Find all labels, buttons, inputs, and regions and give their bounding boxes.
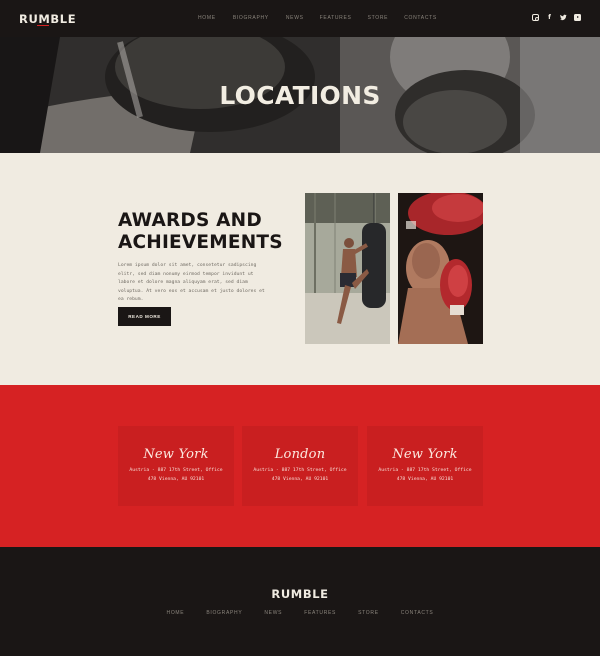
nav-store[interactable]: STORE: [368, 15, 389, 21]
location-card: New York Austria - 887 17th Street, Offi…: [118, 426, 234, 506]
footer-nav-store[interactable]: STORE: [358, 610, 379, 616]
footer-nav-features[interactable]: FEATURES: [304, 610, 336, 616]
twitter-icon[interactable]: [560, 14, 567, 21]
location-address: Austria - 887 17th Street, Office 478 Vi…: [129, 468, 223, 482]
awards-section: AWARDS AND ACHIEVEMENTS Lorem ipsum dolo…: [0, 153, 600, 385]
locations-section: New York Austria - 887 17th Street, Offi…: [0, 385, 600, 547]
footer-nav-contacts[interactable]: CONTACTS: [401, 610, 434, 616]
nav-biography[interactable]: BIOGRAPHY: [233, 15, 269, 21]
page-title: LOCATIONS: [219, 81, 381, 110]
logo[interactable]: RUMBLE: [19, 12, 76, 26]
location-address: Austria - 887 17th Street, Office 478 Vi…: [378, 468, 472, 482]
footer-nav-news[interactable]: NEWS: [264, 610, 282, 616]
nav-contacts[interactable]: CONTACTS: [404, 15, 437, 21]
footer: RUMBLE HOME BIOGRAPHY NEWS FEATURES STOR…: [0, 547, 600, 656]
location-address: Austria - 887 17th Street, Office 478 Vi…: [253, 468, 347, 482]
location-card: New York Austria - 887 17th Street, Offi…: [367, 426, 483, 506]
gym-kick-photo: [305, 193, 390, 344]
nav-news[interactable]: NEWS: [286, 15, 304, 21]
read-more-button[interactable]: READ MORE: [118, 307, 171, 326]
hero-banner: LOCATIONS: [0, 37, 600, 153]
main-nav: HOME BIOGRAPHY NEWS FEATURES STORE CONTA…: [198, 15, 437, 21]
top-navbar: RUMBLE HOME BIOGRAPHY NEWS FEATURES STOR…: [0, 0, 600, 37]
footer-nav: HOME BIOGRAPHY NEWS FEATURES STORE CONTA…: [0, 610, 600, 616]
footer-logo[interactable]: RUMBLE: [0, 587, 600, 601]
location-city: New York: [392, 447, 458, 462]
awards-body: Lorem ipsum dolor sit amet, consetetur s…: [118, 263, 265, 303]
awards-heading-line1: AWARDS AND: [118, 210, 262, 231]
location-card: London Austria - 887 17th Street, Office…: [242, 426, 358, 506]
footer-nav-home[interactable]: HOME: [167, 610, 185, 616]
awards-heading-line2: ACHIEVEMENTS: [118, 232, 283, 253]
nav-features[interactable]: FEATURES: [320, 15, 352, 21]
logo-underline: [37, 25, 49, 26]
facebook-icon[interactable]: f: [546, 14, 553, 21]
footer-nav-biography[interactable]: BIOGRAPHY: [206, 610, 242, 616]
awards-heading: AWARDS AND ACHIEVEMENTS: [118, 210, 283, 254]
boxer-gloves-photo: [398, 193, 483, 344]
location-city: London: [274, 447, 326, 462]
nav-home[interactable]: HOME: [198, 15, 216, 21]
location-city: New York: [143, 447, 209, 462]
youtube-icon[interactable]: [574, 14, 581, 21]
social-links: f: [532, 14, 581, 21]
instagram-icon[interactable]: [532, 14, 539, 21]
